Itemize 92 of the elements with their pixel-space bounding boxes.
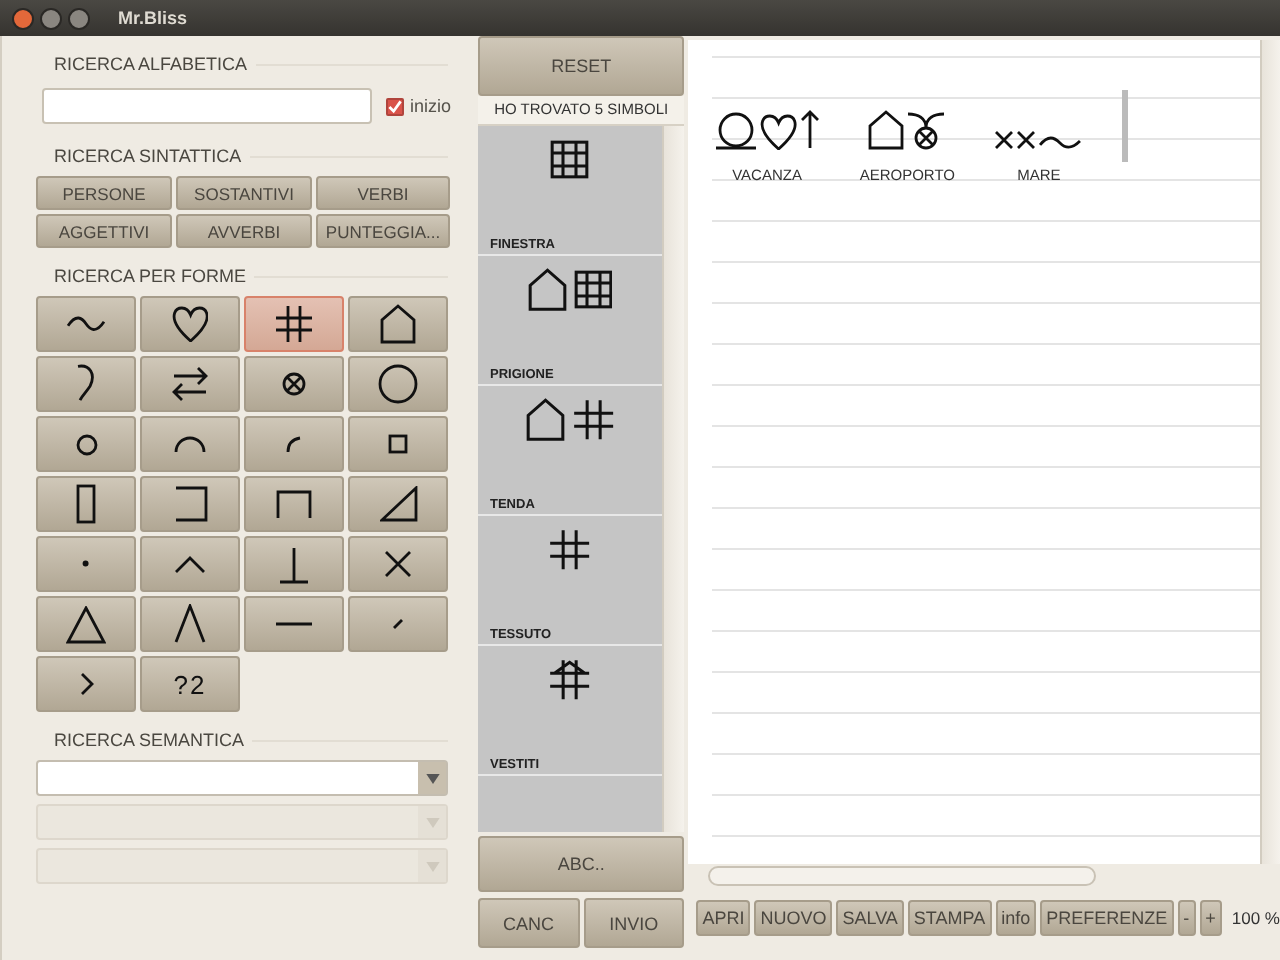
chevron-icon bbox=[79, 672, 93, 696]
category-button[interactable]: SOSTANTIVI bbox=[176, 176, 312, 210]
arc-icon bbox=[286, 435, 302, 453]
rectangle-icon bbox=[76, 484, 96, 524]
category-button[interactable]: VERBI bbox=[316, 176, 450, 210]
caret-icon bbox=[174, 555, 206, 573]
circle-icon bbox=[378, 364, 418, 404]
house-icon bbox=[868, 110, 905, 150]
dash-icon bbox=[274, 622, 314, 626]
section-title: RICERCA SINTATTICA bbox=[54, 146, 242, 166]
zoom-level: 100 % bbox=[1231, 908, 1280, 928]
right-triangle-icon bbox=[379, 486, 417, 522]
maximize-button[interactable] bbox=[68, 7, 90, 29]
shape-button[interactable] bbox=[140, 416, 240, 472]
peak-icon bbox=[174, 604, 206, 644]
arrow-up-icon bbox=[799, 110, 820, 150]
slash-icon bbox=[392, 618, 404, 630]
shape-button[interactable] bbox=[140, 296, 240, 352]
grid-icon bbox=[550, 140, 590, 180]
abc-button[interactable]: ABC.. bbox=[478, 836, 685, 892]
house-icon bbox=[380, 304, 416, 344]
shape-button[interactable] bbox=[348, 536, 448, 592]
checkbox-label: inizio bbox=[410, 96, 452, 116]
bracket-icon bbox=[173, 486, 207, 522]
arch-icon bbox=[174, 435, 206, 453]
toolbar-button[interactable]: + bbox=[1199, 900, 1222, 936]
cross-icon bbox=[994, 130, 1015, 150]
toolbar-button[interactable]: info bbox=[995, 900, 1037, 936]
checkbox[interactable] bbox=[386, 97, 404, 115]
category-button[interactable]: AGGETTIVI bbox=[36, 214, 172, 248]
house-icon bbox=[528, 268, 568, 312]
close-button[interactable] bbox=[12, 7, 34, 29]
tilde-icon bbox=[1038, 136, 1083, 150]
shape-button[interactable] bbox=[244, 296, 344, 352]
heart-icon bbox=[171, 305, 209, 343]
section-title: RICERCA PER FORME bbox=[54, 266, 247, 286]
toolbar-button[interactable]: STAMPA bbox=[907, 900, 992, 936]
shape-button[interactable] bbox=[244, 476, 344, 532]
vertical-scrollbar[interactable] bbox=[1260, 40, 1280, 864]
house-icon bbox=[526, 398, 566, 442]
shape-button[interactable] bbox=[140, 596, 240, 652]
vertical-scrollbar[interactable] bbox=[662, 126, 685, 832]
send-button[interactable]: INVIO bbox=[583, 898, 685, 948]
toolbar-button[interactable]: SALVA bbox=[836, 900, 904, 936]
section-title: RICERCA SEMANTICA bbox=[54, 730, 245, 750]
hash-icon bbox=[274, 304, 314, 344]
shape-button[interactable] bbox=[36, 296, 136, 352]
curve-icon bbox=[76, 364, 96, 404]
shape-button[interactable] bbox=[244, 536, 344, 592]
shape-button[interactable] bbox=[348, 416, 448, 472]
shape-button[interactable] bbox=[244, 356, 344, 412]
shape-button[interactable]: ?2 bbox=[140, 656, 240, 712]
hash-icon bbox=[571, 398, 615, 442]
cancel-button[interactable]: CANC bbox=[478, 898, 580, 948]
category-button[interactable]: AVVERBI bbox=[176, 214, 312, 248]
minimize-button[interactable] bbox=[40, 7, 62, 29]
triangle-icon bbox=[66, 605, 106, 643]
shape-button[interactable] bbox=[36, 356, 136, 412]
grid-icon bbox=[573, 270, 613, 310]
hash-icon bbox=[548, 528, 592, 572]
shape-button[interactable] bbox=[348, 476, 448, 532]
hash-roof-icon bbox=[548, 658, 592, 702]
bracket-icon bbox=[276, 489, 312, 519]
shape-button[interactable] bbox=[36, 416, 136, 472]
search-field[interactable] bbox=[42, 88, 372, 124]
shape-button[interactable] bbox=[348, 296, 448, 352]
perpendicular-icon bbox=[278, 545, 310, 583]
shape-button[interactable] bbox=[36, 596, 136, 652]
horned-circle-icon bbox=[906, 112, 947, 150]
shape-button[interactable] bbox=[140, 356, 240, 412]
section-title: RICERCA ALFABETICA bbox=[54, 54, 248, 74]
shape-button[interactable] bbox=[140, 476, 240, 532]
toolbar-button[interactable]: - bbox=[1177, 900, 1196, 936]
reset-button[interactable]: RESET bbox=[478, 36, 685, 96]
toolbar-button[interactable]: PREFERENZE bbox=[1040, 900, 1174, 936]
square-icon bbox=[388, 434, 408, 454]
cross-icon bbox=[1016, 130, 1037, 150]
toolbar-button[interactable]: NUOVO bbox=[754, 900, 833, 936]
cross-icon bbox=[384, 550, 412, 578]
shape-button[interactable] bbox=[36, 476, 136, 532]
category-button[interactable]: PUNTEGGIA... bbox=[316, 214, 450, 248]
text-cursor bbox=[1122, 90, 1129, 162]
window-title: Mr.Bliss bbox=[118, 8, 188, 28]
toolbar-button[interactable]: APRI bbox=[696, 900, 751, 936]
small-circle-icon bbox=[75, 433, 97, 455]
shape-button[interactable] bbox=[348, 356, 448, 412]
circled-x-icon bbox=[282, 372, 306, 396]
dot-icon bbox=[82, 560, 90, 568]
swap-arrows-icon bbox=[172, 366, 208, 402]
category-button[interactable]: PERSONE bbox=[36, 176, 172, 210]
heart-icon bbox=[760, 113, 798, 150]
tilde-icon bbox=[66, 316, 106, 332]
